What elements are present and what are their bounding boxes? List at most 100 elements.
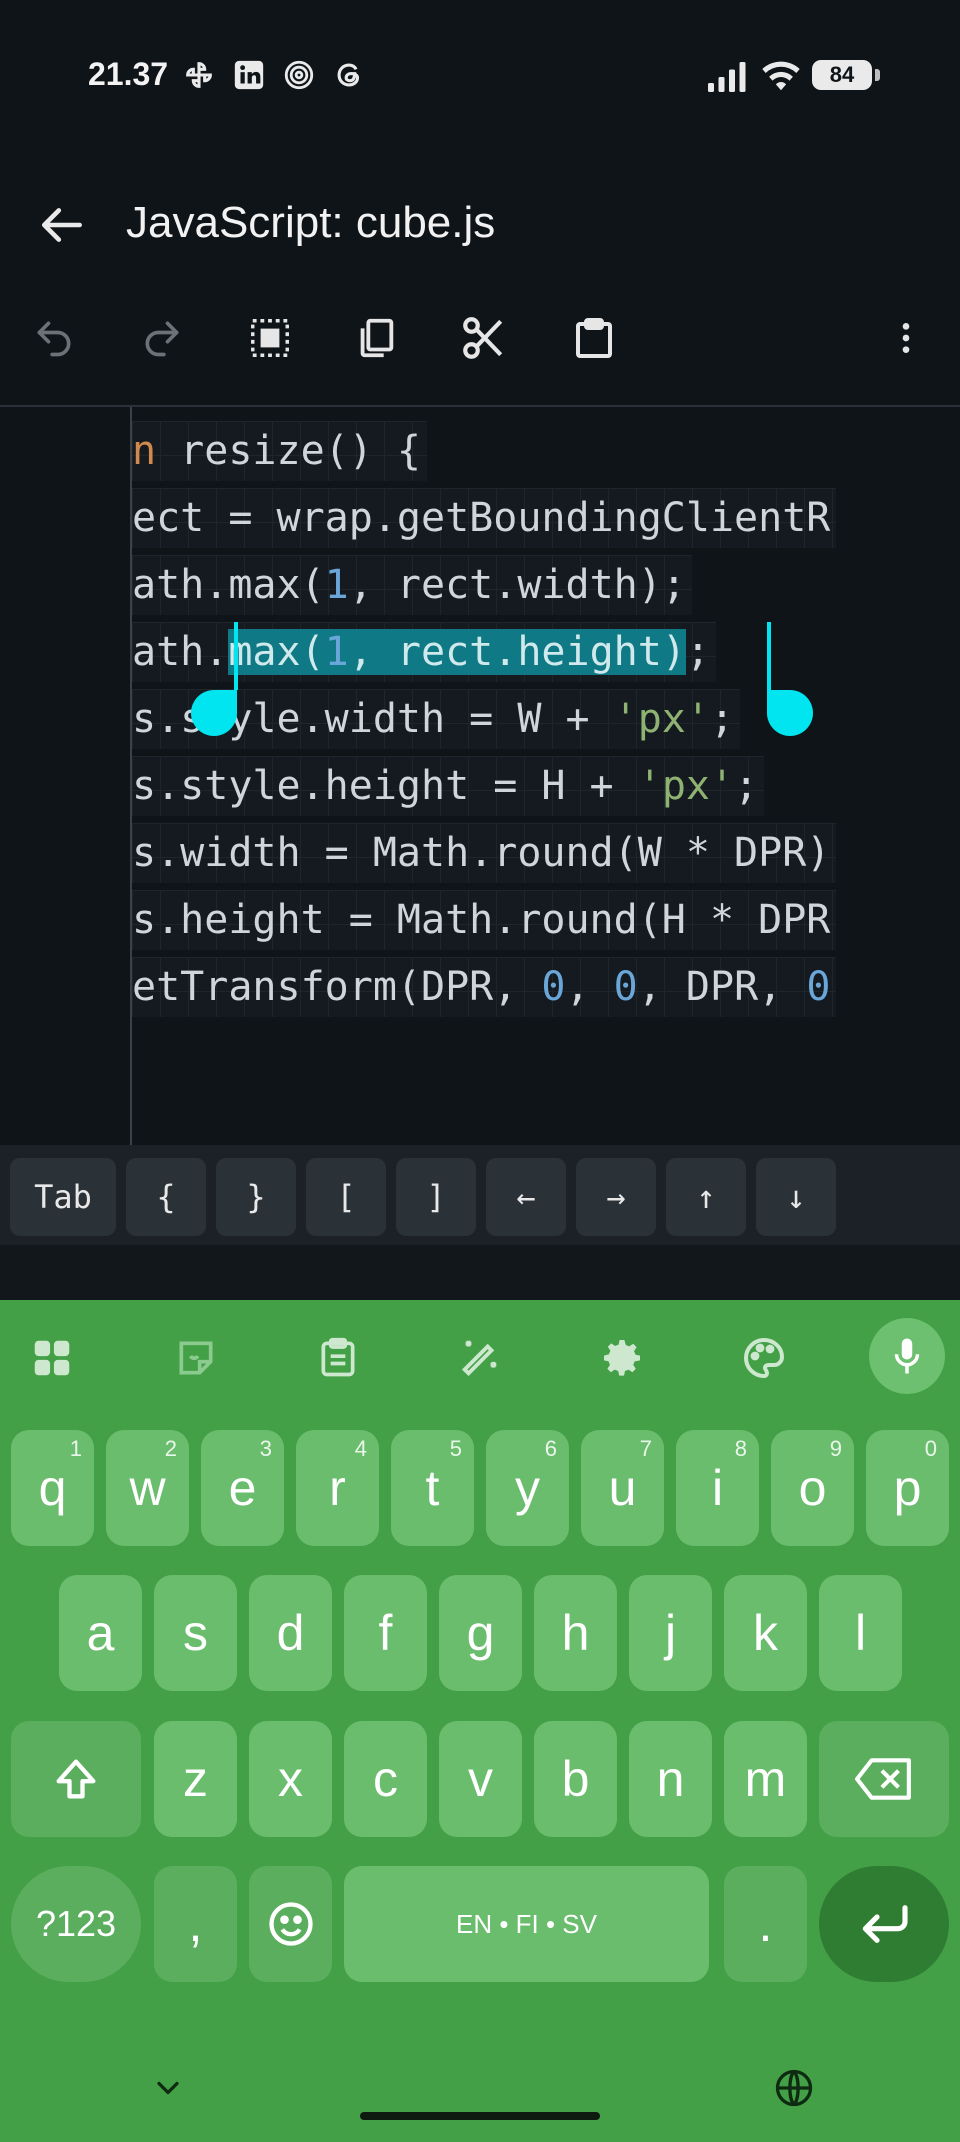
apps-grid-button[interactable] (24, 1330, 80, 1386)
scissors-icon (463, 317, 503, 359)
code-line: ath.max(1, rect.width); (132, 555, 692, 615)
pinwheel-icon (186, 62, 212, 88)
key-q[interactable]: q1 (11, 1430, 94, 1546)
status-time: 21.37 (88, 56, 169, 92)
code-line: ect = wrap.getBoundingClientR (132, 488, 836, 548)
select-all-button[interactable] (240, 308, 300, 368)
gesture-nav-bar[interactable] (360, 2112, 600, 2120)
line-number-gutter: 12 13 14 15 16 17 18 19 20 21 22 (0, 407, 130, 1145)
key-m[interactable]: m (724, 1721, 807, 1837)
key-f[interactable]: f (344, 1575, 427, 1691)
key-hint: 6 (544, 1436, 557, 1461)
code-number: 1 (324, 562, 349, 608)
extra-key-open-brace[interactable]: { (126, 1158, 206, 1236)
key-t[interactable]: t5 (391, 1430, 474, 1546)
shift-key[interactable] (11, 1721, 141, 1837)
back-arrow-icon[interactable] (38, 200, 88, 250)
code-line: n resize() { (132, 421, 427, 481)
key-o[interactable]: o9 (771, 1430, 854, 1546)
extra-key-up-arrow[interactable]: ↑ (666, 1158, 746, 1236)
microphone-icon (894, 1338, 920, 1374)
key-label: o (798, 1460, 827, 1516)
selection-start-handle[interactable] (191, 690, 237, 736)
extra-key-right-arrow[interactable]: → (576, 1158, 656, 1236)
key-l[interactable]: l (819, 1575, 902, 1691)
key-k[interactable]: k (724, 1575, 807, 1691)
key-s[interactable]: s (154, 1575, 237, 1691)
key-p[interactable]: p0 (866, 1430, 949, 1546)
code-line: s.height = Math.round(H * DPR (132, 890, 836, 950)
code-line: s.width = Math.round(W * DPR) (132, 823, 836, 883)
extra-key-open-bracket[interactable]: [ (306, 1158, 386, 1236)
key-i[interactable]: i8 (676, 1430, 759, 1546)
key-h[interactable]: h (534, 1575, 617, 1691)
extra-key-close-bracket[interactable]: ] (396, 1158, 476, 1236)
key-v[interactable]: v (439, 1721, 522, 1837)
code-editor[interactable]: 12 13 14 15 16 17 18 19 20 21 22 n resiz… (0, 407, 960, 1145)
code-text: ect = wrap.getBoundingClientR (132, 495, 831, 541)
extra-key-down-arrow[interactable]: ↓ (756, 1158, 836, 1236)
key-a[interactable]: a (59, 1575, 142, 1691)
sticker-icon (179, 1341, 213, 1375)
copy-button[interactable] (346, 308, 406, 368)
selected-text[interactable]: max(1, rect.height) (228, 629, 686, 675)
paste-button[interactable] (564, 308, 624, 368)
key-n[interactable]: n (629, 1721, 712, 1837)
magic-pen-icon (461, 1340, 497, 1377)
code-text: ; (734, 763, 759, 809)
key-d[interactable]: d (249, 1575, 332, 1691)
key-j[interactable]: j (629, 1575, 712, 1691)
extra-key-tab[interactable]: Tab (10, 1158, 116, 1236)
key-label: r (329, 1460, 346, 1516)
key-c[interactable]: c (344, 1721, 427, 1837)
key-g[interactable]: g (439, 1575, 522, 1691)
extra-key-left-arrow[interactable]: ← (486, 1158, 566, 1236)
key-w[interactable]: w2 (106, 1430, 189, 1546)
clipboard-toolbar-button[interactable] (310, 1330, 366, 1386)
enter-key[interactable] (819, 1866, 949, 1982)
page-title: JavaScript: cube.js (126, 198, 496, 247)
key-e[interactable]: e3 (201, 1430, 284, 1546)
more-options-button[interactable] (876, 308, 936, 368)
key-label: w (129, 1460, 166, 1516)
period-key[interactable]: . (724, 1866, 807, 1982)
ai-writing-button[interactable] (452, 1330, 508, 1386)
backspace-key[interactable] (819, 1721, 949, 1837)
code-number: 0 (613, 964, 638, 1010)
redo-button[interactable] (132, 308, 192, 368)
space-key[interactable]: EN • FI • SV (344, 1866, 709, 1982)
key-hint: 0 (924, 1436, 937, 1461)
voice-input-button[interactable] (869, 1318, 945, 1394)
code-keyword: n (132, 428, 157, 474)
key-z[interactable]: z (154, 1721, 237, 1837)
emoji-key[interactable] (249, 1866, 332, 1982)
more-vert-icon (902, 323, 910, 353)
sticker-button[interactable] (168, 1330, 224, 1386)
extra-key-close-brace[interactable]: } (216, 1158, 296, 1236)
key-b[interactable]: b (534, 1721, 617, 1837)
key-x[interactable]: x (249, 1721, 332, 1837)
selection-start-cursor (234, 622, 238, 690)
undo-button[interactable] (24, 308, 84, 368)
clipboard-icon (321, 1337, 355, 1377)
select-all-icon (251, 319, 289, 357)
code-line: s.style.height = H + 'px'; (132, 756, 764, 816)
key-y[interactable]: y6 (486, 1430, 569, 1546)
code-number: 0 (541, 964, 566, 1010)
selected-code: max( (228, 629, 325, 675)
key-r[interactable]: r4 (296, 1430, 379, 1546)
hide-keyboard-icon[interactable] (150, 2070, 186, 2106)
symbols-key[interactable]: ?123 (11, 1866, 141, 1982)
theme-button[interactable] (736, 1330, 792, 1386)
selection-end-handle[interactable] (767, 690, 813, 736)
cut-button[interactable] (454, 308, 514, 368)
keyboard-settings-button[interactable] (594, 1330, 650, 1386)
spiral-icon (284, 60, 314, 90)
copy-icon (360, 318, 394, 358)
code-text: ; (685, 629, 710, 675)
comma-key[interactable]: , (154, 1866, 237, 1982)
language-globe-icon[interactable] (772, 2066, 816, 2110)
key-hint: 3 (259, 1436, 272, 1461)
key-u[interactable]: u7 (581, 1430, 664, 1546)
backspace-icon (855, 1758, 911, 1800)
